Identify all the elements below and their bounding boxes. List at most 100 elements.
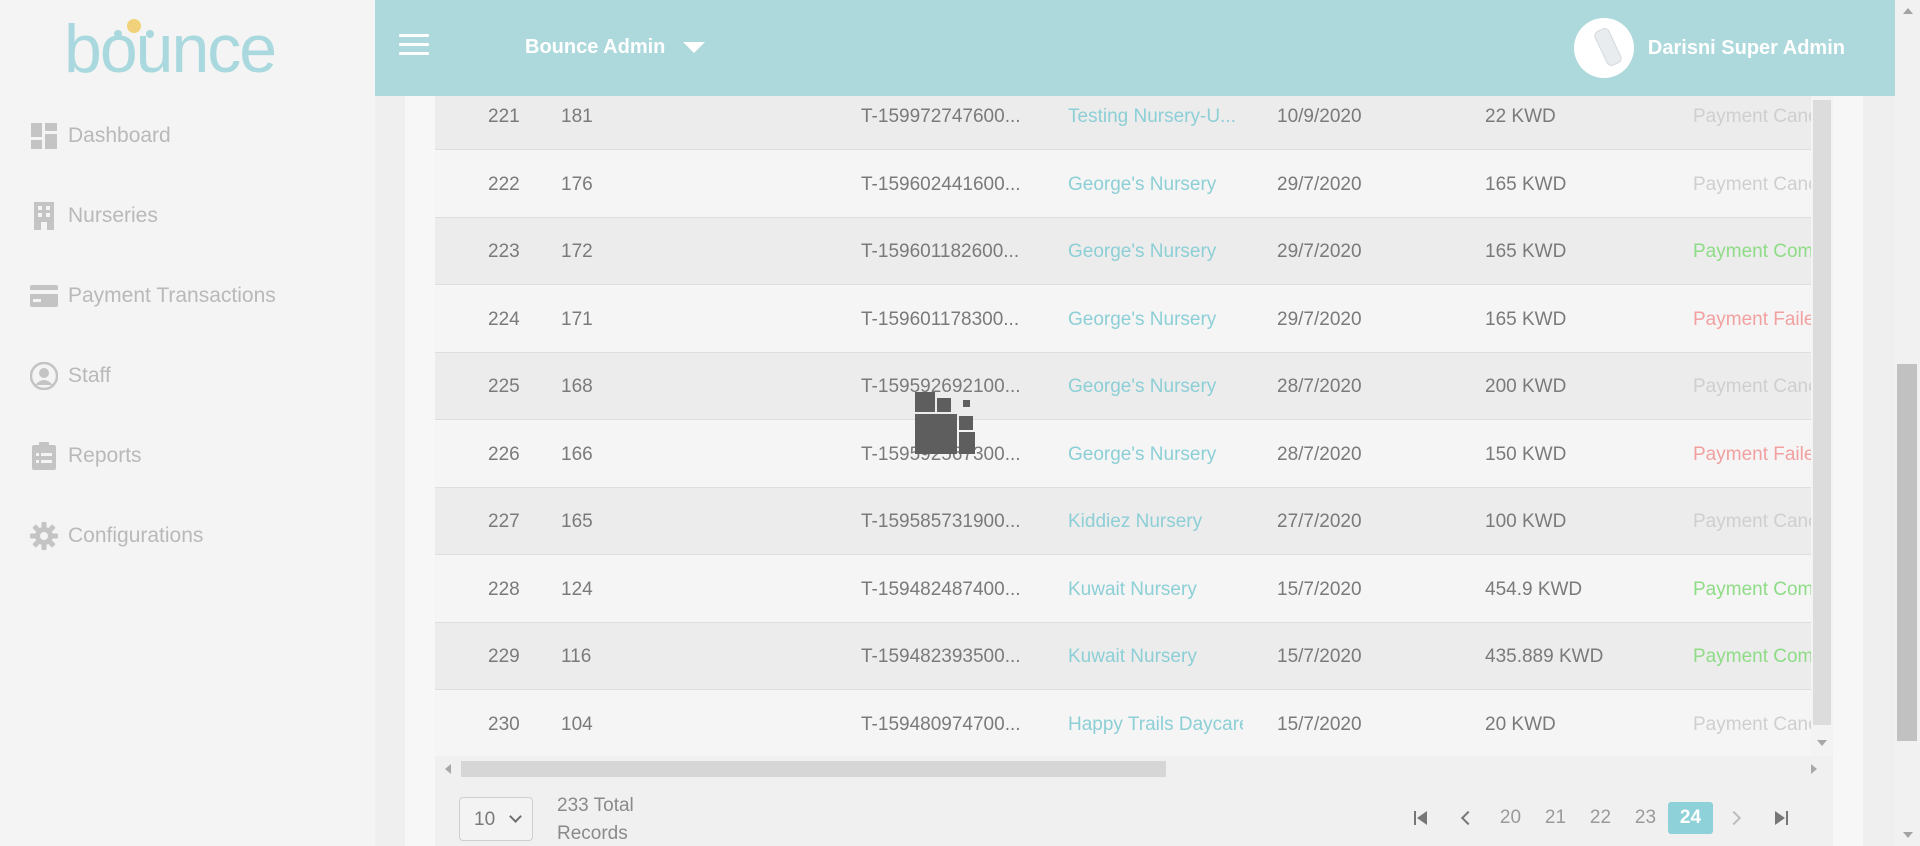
nursery-link[interactable]: George's Nursery (1068, 151, 1243, 218)
table-vertical-scrollbar[interactable] (1811, 96, 1833, 756)
nursery-link[interactable]: George's Nursery (1068, 421, 1243, 488)
chevron-down-icon (509, 810, 522, 823)
row-id: 181 (561, 106, 593, 127)
sidebar: bounce Dashboard Nurseries Payment Trans… (0, 0, 375, 846)
user-menu[interactable]: Darisni Super Admin (1573, 18, 1845, 78)
row-index: 222 (488, 174, 520, 195)
sidebar-item-label: Configurations (68, 524, 204, 547)
page-button[interactable]: 23 (1623, 802, 1668, 834)
sidebar-item-dashboard[interactable]: Dashboard (30, 116, 171, 156)
payment-status: Payment Faile (1693, 309, 1811, 330)
table-horizontal-scrollbar[interactable] (435, 756, 1833, 782)
transactions-table: 221 181 T-159972747600... Testing Nurser… (435, 96, 1811, 756)
table-row[interactable]: 221 181 T-159972747600... Testing Nurser… (435, 96, 1811, 150)
row-id: 165 (561, 511, 593, 532)
table-row[interactable]: 229 116 T-159482393500... Kuwait Nursery… (435, 623, 1811, 690)
transaction-id: T-159972747600... (861, 106, 1021, 127)
sidebar-item-label: Reports (68, 444, 142, 467)
table-row[interactable]: 225 168 T-159592692100... George's Nurse… (435, 353, 1811, 420)
org-dropdown[interactable]: Bounce Admin (525, 36, 706, 59)
hamburger-icon[interactable] (399, 34, 429, 58)
nursery-link[interactable]: George's Nursery (1068, 218, 1243, 285)
transaction-amount: 435.889 KWD (1485, 646, 1604, 667)
scrollbar-thumb[interactable] (461, 761, 1166, 777)
scrollbar-thumb[interactable] (1813, 100, 1831, 725)
table-row[interactable]: 228 124 T-159482487400... Kuwait Nursery… (435, 556, 1811, 623)
loading-spinner-icon (915, 392, 975, 454)
row-index: 227 (488, 511, 520, 532)
first-page-button[interactable] (1398, 802, 1443, 834)
transaction-date: 29/7/2020 (1277, 241, 1362, 262)
bounce-logo[interactable]: bounce (64, 14, 310, 86)
table-row[interactable]: 227 165 T-159585731900... Kiddiez Nurser… (435, 488, 1811, 555)
page-scrollbar[interactable] (1895, 0, 1920, 846)
page-button-active[interactable]: 24 (1668, 802, 1713, 834)
user-name: Darisni Super Admin (1647, 36, 1845, 59)
sidebar-item-nurseries[interactable]: Nurseries (30, 196, 158, 236)
table-row[interactable]: 226 166 T-159592567300... George's Nurse… (435, 421, 1811, 488)
payment-status: Payment Canc (1693, 714, 1811, 735)
transaction-id: T-159585731900... (861, 511, 1021, 532)
nursery-link[interactable]: Kiddiez Nursery (1068, 488, 1243, 555)
table-row[interactable]: 224 171 T-159601178300... George's Nurse… (435, 286, 1811, 353)
payment-status: Payment Canc (1693, 511, 1811, 532)
row-id: 168 (561, 376, 593, 397)
scroll-left-icon[interactable] (445, 764, 451, 774)
transaction-id: T-159480974700... (861, 714, 1021, 735)
transaction-id: T-159601178300... (861, 309, 1020, 330)
transaction-date: 28/7/2020 (1277, 444, 1362, 465)
scroll-down-icon[interactable] (1817, 740, 1827, 746)
table-row[interactable]: 222 176 T-159602441600... George's Nurse… (435, 151, 1811, 218)
transaction-amount: 22 KWD (1485, 106, 1556, 127)
nursery-link[interactable]: Kuwait Nursery (1068, 556, 1243, 623)
transaction-id: T-159601182600... (861, 241, 1020, 262)
row-index: 225 (488, 376, 520, 397)
transaction-amount: 200 KWD (1485, 376, 1567, 397)
page-button[interactable]: 22 (1578, 802, 1623, 834)
building-icon (30, 202, 58, 230)
first-page-icon (1413, 811, 1428, 825)
scroll-right-icon[interactable] (1811, 764, 1817, 774)
row-id: 166 (561, 444, 593, 465)
table-row[interactable]: 223 172 T-159601182600... George's Nurse… (435, 218, 1811, 285)
scroll-down-icon[interactable] (1903, 832, 1913, 838)
svg-text:bounce: bounce (64, 14, 275, 86)
transaction-date: 15/7/2020 (1277, 714, 1362, 735)
sidebar-item-staff[interactable]: Staff (30, 356, 111, 396)
clipboard-icon (30, 442, 58, 470)
transaction-id: T-159602441600... (861, 174, 1021, 195)
page-button[interactable]: 21 (1533, 802, 1578, 834)
payment-status: Payment Canc (1693, 376, 1811, 397)
row-id: 116 (561, 646, 592, 667)
transaction-amount: 165 KWD (1485, 241, 1567, 262)
table-row[interactable]: 230 104 T-159480974700... Happy Trails D… (435, 691, 1811, 756)
transaction-amount: 165 KWD (1485, 174, 1567, 195)
row-index: 230 (488, 714, 520, 735)
sidebar-item-payment-transactions[interactable]: Payment Transactions (30, 276, 276, 316)
nursery-link[interactable]: George's Nursery (1068, 286, 1243, 353)
nursery-link[interactable]: Kuwait Nursery (1068, 623, 1243, 690)
row-id: 171 (561, 309, 593, 330)
transaction-date: 28/7/2020 (1277, 376, 1362, 397)
nursery-link[interactable]: George's Nursery (1068, 353, 1243, 420)
pager: 20 21 22 23 24 (1398, 802, 1803, 834)
row-index: 228 (488, 579, 520, 600)
scroll-up-icon[interactable] (1903, 8, 1913, 14)
sidebar-item-reports[interactable]: Reports (30, 436, 142, 476)
sidebar-item-label: Staff (68, 364, 111, 387)
total-records-label: Records (557, 823, 628, 844)
transaction-date: 29/7/2020 (1277, 309, 1362, 330)
sidebar-item-configurations[interactable]: Configurations (30, 516, 203, 556)
nursery-link[interactable]: Testing Nursery-U... (1068, 96, 1243, 150)
transaction-date: 15/7/2020 (1277, 579, 1362, 600)
last-page-button[interactable] (1758, 802, 1803, 834)
prev-page-button[interactable] (1443, 802, 1488, 834)
scrollbar-thumb[interactable] (1897, 364, 1917, 741)
chevron-left-icon (1460, 810, 1475, 826)
row-id: 104 (561, 714, 593, 735)
page-button[interactable]: 20 (1488, 802, 1533, 834)
nursery-link[interactable]: Happy Trails Daycare (1068, 691, 1243, 756)
next-page-button[interactable] (1713, 802, 1758, 834)
page-size-select[interactable]: 10 (459, 797, 533, 841)
row-id: 124 (561, 579, 593, 600)
